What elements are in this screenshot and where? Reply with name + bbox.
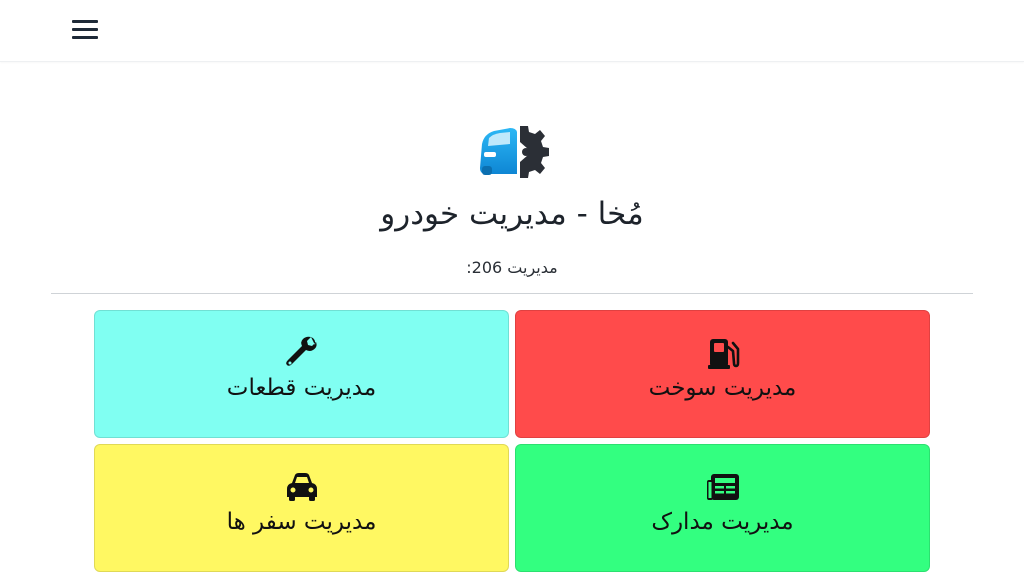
wrench-icon <box>285 336 317 366</box>
divider <box>51 293 973 294</box>
trips-management-tile[interactable]: مدیریت سفر ها <box>94 444 509 572</box>
app-title: مُخا - مدیریت خودرو <box>380 196 644 232</box>
parts-management-label: مدیریت قطعات <box>226 375 377 401</box>
fuel-pump-icon <box>707 339 739 369</box>
fuel-management-tile[interactable]: مدیریت سوخت <box>515 310 930 438</box>
documents-management-label: مدیریت مدارک <box>651 509 794 535</box>
newspaper-icon <box>706 474 739 500</box>
vehicle-subtitle: مدیریت 206: <box>466 258 558 277</box>
parts-management-tile[interactable]: مدیریت قطعات <box>94 310 509 438</box>
hamburger-menu-icon[interactable] <box>71 18 99 42</box>
fuel-management-label: مدیریت سوخت <box>648 375 797 401</box>
car-gear-logo-icon <box>480 126 549 178</box>
top-navbar <box>0 0 1024 62</box>
car-icon <box>286 473 317 501</box>
trips-management-label: مدیریت سفر ها <box>226 509 377 535</box>
documents-management-tile[interactable]: مدیریت مدارک <box>515 444 930 572</box>
